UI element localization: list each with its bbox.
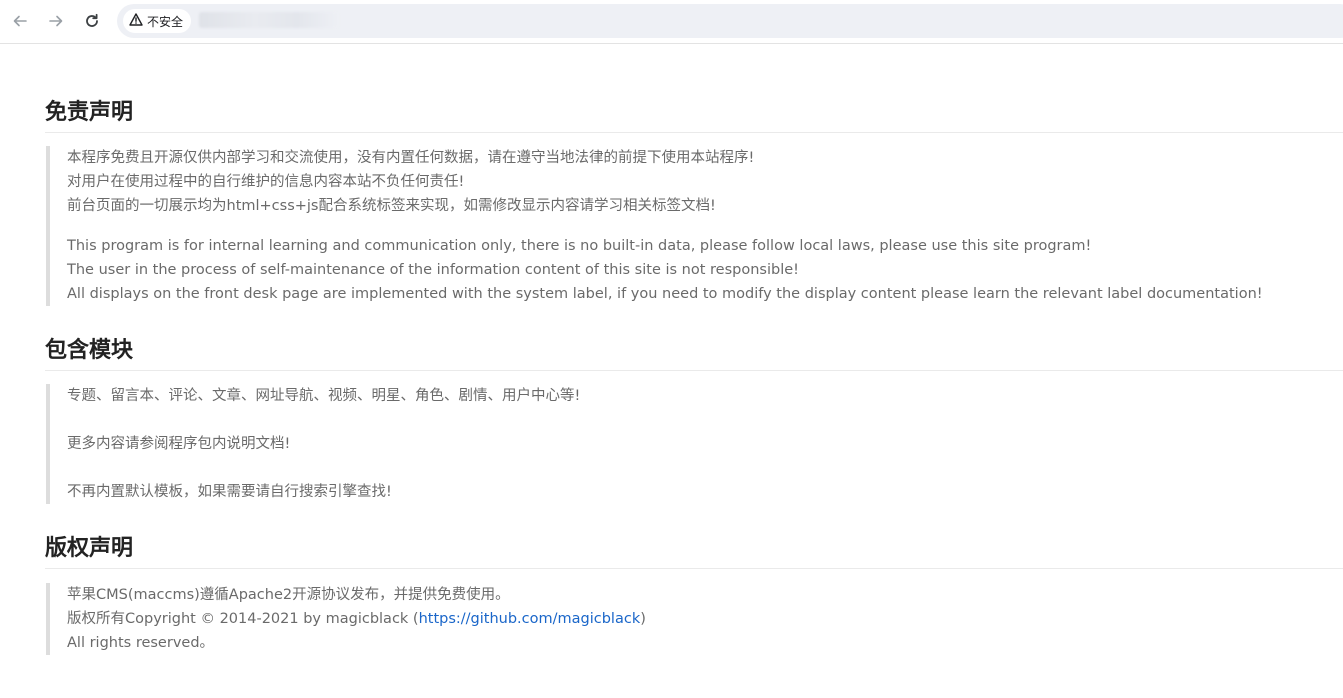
address-bar[interactable]: 不安全 (117, 4, 1343, 38)
copyright-prefix: 版权所有Copyright © 2014-2021 by magicblack … (67, 611, 419, 627)
disclaimer-zh-line-1: 本程序免费且开源仅供内部学习和交流使用，没有内置任何数据，请在遵守当地法律的前提… (67, 150, 755, 166)
copyright-title: 版权声明 (45, 530, 1343, 569)
modules-line-2: 更多内容请参阅程序包内说明文档! (67, 436, 291, 452)
security-label: 不安全 (147, 14, 184, 29)
disclaimer-en-line-1: This program is for internal learning an… (67, 238, 1092, 254)
disclaimer-title: 免责声明 (45, 94, 1343, 133)
modules-line-3: 不再内置默认模板，如果需要请自行搜索引擎查找! (67, 484, 392, 500)
disclaimer-en-line-3: All displays on the front desk page are … (67, 286, 1263, 302)
modules-line-1: 专题、留言本、评论、文章、网址导航、视频、明星、角色、剧情、用户中心等! (67, 388, 581, 404)
copyright-suffix: ) (640, 611, 646, 627)
url-text-redacted (199, 12, 339, 28)
modules-block: 专题、留言本、评论、文章、网址导航、视频、明星、角色、剧情、用户中心等! 更多内… (46, 384, 580, 504)
warning-icon (129, 13, 143, 29)
copyright-line-2: 版权所有Copyright © 2014-2021 by magicblack … (67, 607, 646, 631)
disclaimer-block: 本程序免费且开源仅供内部学习和交流使用，没有内置任何数据，请在遵守当地法律的前提… (46, 146, 1263, 306)
github-link[interactable]: https://github.com/magicblack (419, 611, 641, 627)
back-arrow-icon[interactable] (8, 9, 32, 33)
browser-toolbar: 不安全 (0, 0, 1343, 44)
security-chip[interactable]: 不安全 (123, 9, 192, 33)
modules-title: 包含模块 (45, 332, 1343, 371)
forward-arrow-icon[interactable] (44, 9, 68, 33)
copyright-block: 苹果CMS(maccms)遵循Apache2开源协议发布，并提供免费使用。 版权… (46, 583, 646, 655)
reload-icon[interactable] (80, 9, 104, 33)
disclaimer-zh-line-3: 前台页面的一切展示均为html+css+js配合系统标签来实现，如需修改显示内容… (67, 198, 716, 214)
disclaimer-en-line-2: The user in the process of self-maintena… (67, 262, 799, 278)
copyright-line-3: All rights reserved。 (67, 635, 215, 651)
copyright-line-1: 苹果CMS(maccms)遵循Apache2开源协议发布，并提供免费使用。 (67, 587, 510, 603)
disclaimer-zh-line-2: 对用户在使用过程中的自行维护的信息内容本站不负任何责任! (67, 174, 465, 190)
